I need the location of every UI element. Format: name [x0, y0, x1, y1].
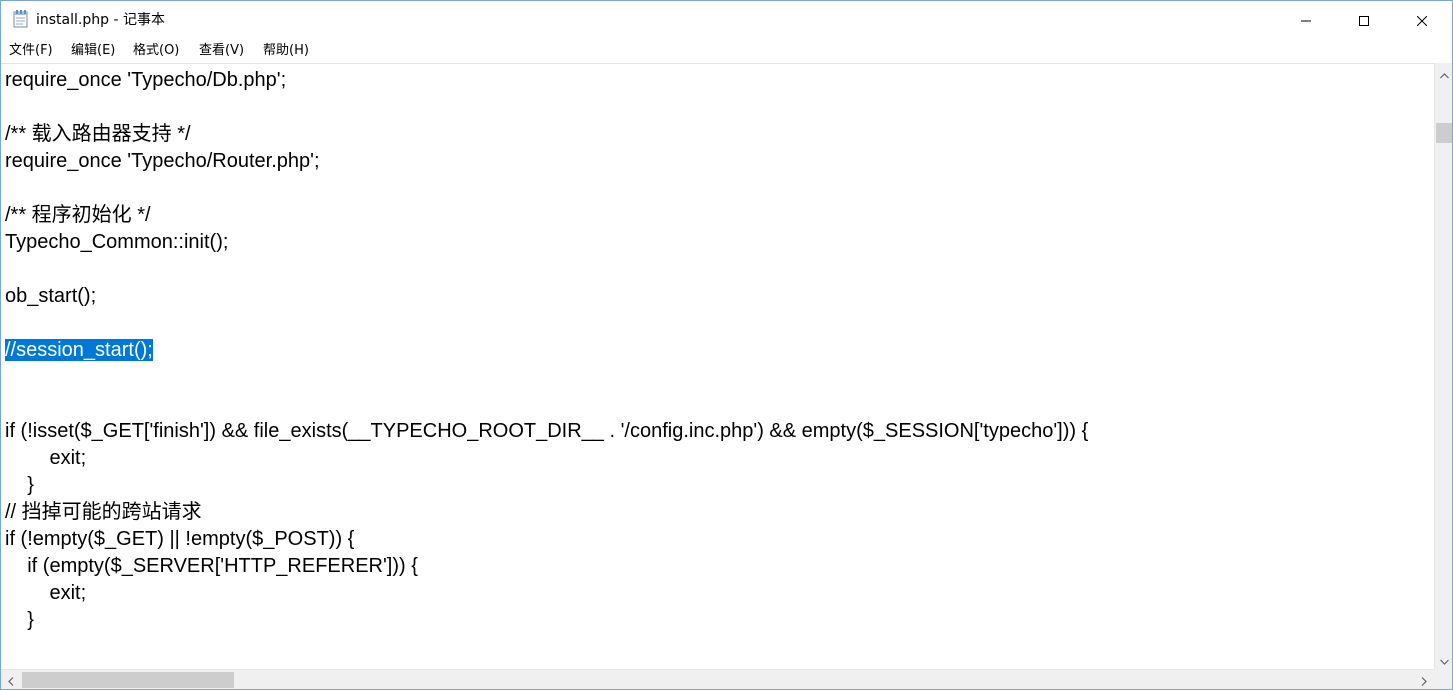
code-line-text: } [5, 474, 34, 496]
code-line-text: exit; [5, 582, 87, 604]
close-icon [1416, 11, 1428, 30]
scroll-right-button[interactable] [1414, 670, 1434, 690]
code-line[interactable]: /** 载入路由器支持 */ [5, 121, 1088, 148]
code-line[interactable] [5, 364, 1088, 391]
code-line[interactable]: if (!isset($_GET['finish']) && file_exis… [5, 418, 1088, 445]
code-line[interactable]: } [5, 607, 1088, 634]
code-line-text: } [5, 609, 34, 631]
code-line[interactable] [5, 310, 1088, 337]
code-line[interactable]: exit; [5, 580, 1088, 607]
code-line-text: // 挡掉可能的跨站请求 [5, 501, 202, 523]
code-line[interactable] [5, 175, 1088, 202]
code-line-text: /** 程序初始化 */ [5, 204, 151, 226]
code-line[interactable] [5, 94, 1088, 121]
scroll-down-arrow-icon [1439, 650, 1449, 669]
text-editor-area[interactable]: require_once 'Typecho/Db.php'; /** 载入路由器… [1, 63, 1434, 670]
code-line[interactable]: if (empty($_SERVER['HTTP_REFERER'])) { [5, 553, 1088, 580]
title-bar[interactable]: install.php - 记事本 [1, 1, 1452, 39]
code-line-text: exit; [5, 447, 87, 469]
code-line[interactable]: // 挡掉可能的跨站请求 [5, 499, 1088, 526]
menu-file[interactable]: 文件(F) [9, 42, 53, 60]
maximize-button[interactable] [1341, 1, 1387, 39]
horizontal-scrollbar[interactable] [1, 669, 1434, 690]
code-line[interactable] [5, 256, 1088, 283]
code-content[interactable]: require_once 'Typecho/Db.php'; /** 载入路由器… [5, 67, 1088, 634]
menu-edit[interactable]: 编辑(E) [71, 42, 115, 60]
scroll-left-button[interactable] [1, 670, 21, 690]
scroll-up-button[interactable] [1435, 63, 1452, 83]
code-line[interactable]: require_once 'Typecho/Db.php'; [5, 67, 1088, 94]
code-line-text: ob_start(); [5, 285, 97, 307]
code-line-text: /** 载入路由器支持 */ [5, 123, 191, 145]
code-line-text: require_once 'Typecho/Db.php'; [5, 69, 287, 91]
menu-view[interactable]: 查看(V) [199, 42, 244, 60]
code-line-text: if (!isset($_GET['finish']) && file_exis… [5, 420, 1089, 442]
code-line-text: Typecho_Common::init(); [5, 231, 229, 253]
code-line[interactable]: ob_start(); [5, 283, 1088, 310]
menu-help[interactable]: 帮助(H) [263, 42, 309, 60]
code-line-text: require_once 'Typecho/Router.php'; [5, 150, 320, 172]
code-line[interactable]: Typecho_Common::init(); [5, 229, 1088, 256]
scroll-up-arrow-icon [1439, 64, 1449, 83]
horizontal-scroll-thumb[interactable] [22, 672, 234, 688]
minimize-icon [1301, 11, 1311, 30]
menu-bar: 文件(F) 编辑(E) 格式(O) 查看(V) 帮助(H) [1, 39, 1452, 63]
code-line[interactable]: exit; [5, 445, 1088, 472]
scroll-down-button[interactable] [1435, 649, 1452, 669]
code-line[interactable]: if (!empty($_GET) || !empty($_POST)) { [5, 526, 1088, 553]
code-line[interactable]: } [5, 472, 1088, 499]
vertical-scroll-thumb[interactable] [1436, 123, 1452, 143]
code-line[interactable]: /** 程序初始化 */ [5, 202, 1088, 229]
maximize-icon [1359, 11, 1369, 30]
scroll-right-arrow-icon [1421, 671, 1427, 690]
selected-text[interactable]: //session_start(); [5, 339, 153, 361]
code-line[interactable] [5, 391, 1088, 418]
window-title: install.php - 记事本 [36, 12, 165, 28]
minimize-button[interactable] [1283, 1, 1329, 39]
close-button[interactable] [1399, 1, 1445, 39]
scroll-left-arrow-icon [8, 671, 14, 690]
code-line-text: if (!empty($_GET) || !empty($_POST)) { [5, 528, 355, 550]
menu-format[interactable]: 格式(O) [133, 42, 179, 60]
code-line-text: if (empty($_SERVER['HTTP_REFERER'])) { [5, 555, 418, 577]
code-line-selected[interactable]: //session_start(); [5, 337, 1088, 364]
notepad-icon[interactable] [13, 10, 29, 28]
notepad-window: install.php - 记事本 文件(F) 编辑(E) 格式(O) 查看(V… [0, 0, 1453, 690]
scrollbar-corner [1434, 669, 1452, 689]
vertical-scrollbar[interactable] [1434, 63, 1452, 669]
code-line[interactable]: require_once 'Typecho/Router.php'; [5, 148, 1088, 175]
